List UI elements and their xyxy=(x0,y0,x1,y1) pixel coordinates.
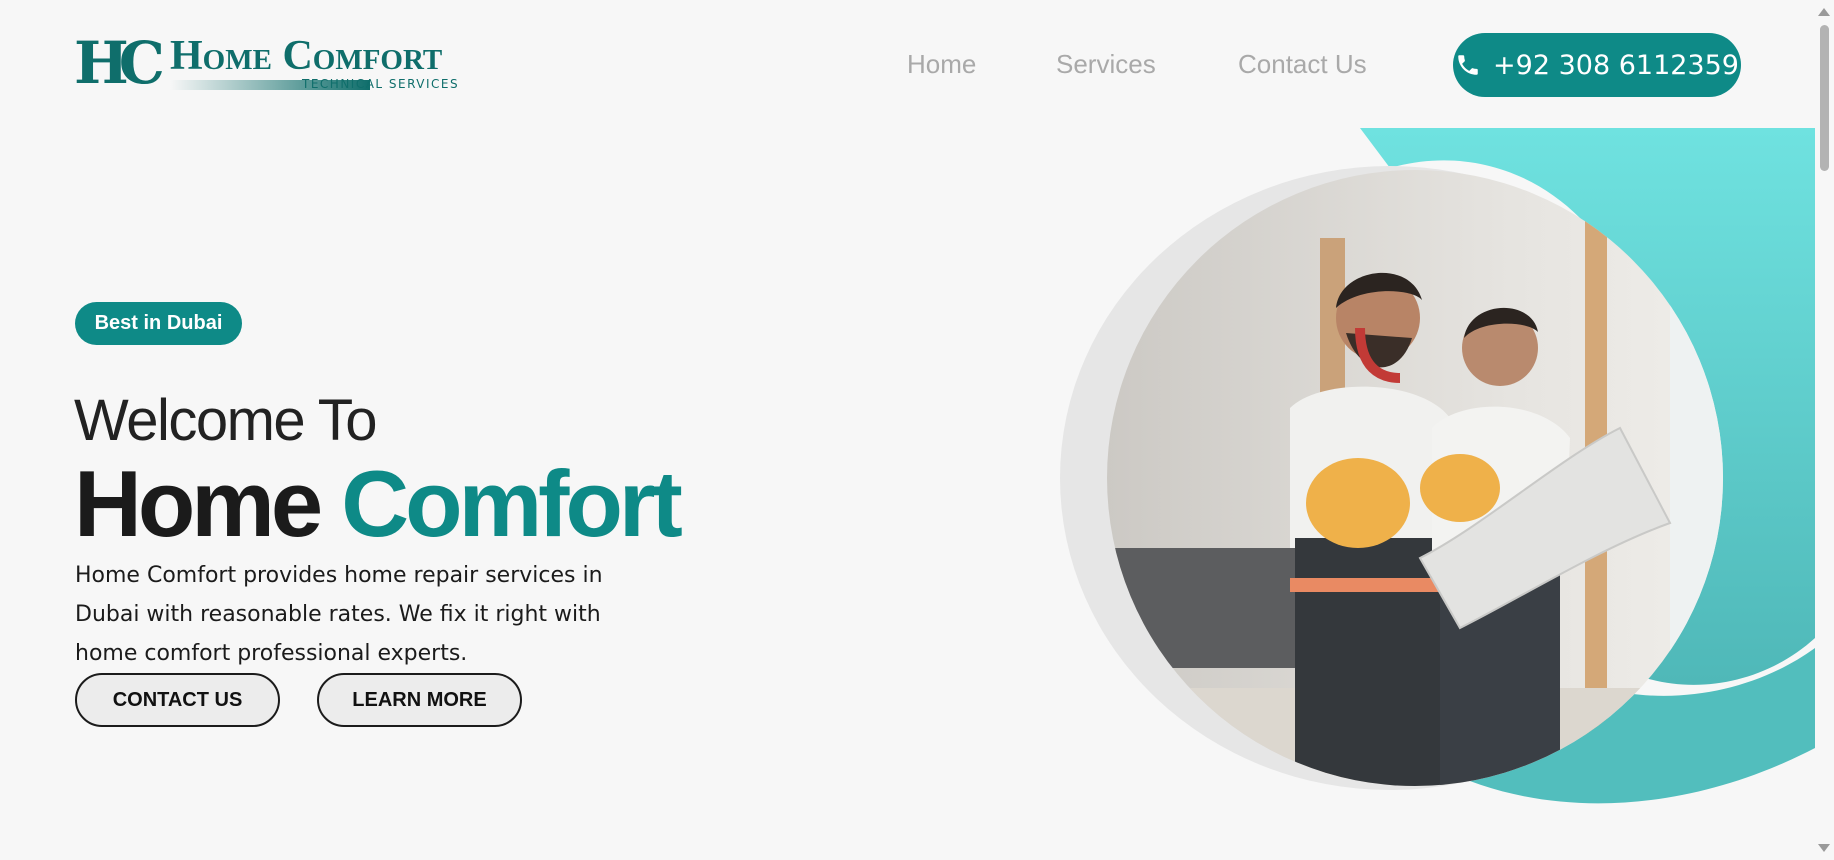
page-scrollbar[interactable] xyxy=(1815,0,1834,860)
logo-monogram: HC xyxy=(74,29,165,97)
hero-title: Home Comfort xyxy=(74,451,683,556)
logo-name: Home Comfort xyxy=(170,33,443,79)
scroll-up-arrow-icon[interactable] xyxy=(1818,8,1830,16)
hero-illustration xyxy=(1060,128,1815,804)
phone-number: +92 308 6112359 xyxy=(1493,49,1739,81)
hero-badge: Best in Dubai xyxy=(75,302,242,345)
site-header: HC Home Comfort TECHNICAL SERVICES Home … xyxy=(0,0,1815,130)
nav-contact-us[interactable]: Contact Us xyxy=(1238,49,1367,80)
logo-tagline: TECHNICAL SERVICES xyxy=(302,77,460,91)
hero-title-home: Home xyxy=(74,451,323,556)
nav-home[interactable]: Home xyxy=(907,49,976,80)
learn-more-button[interactable]: LEARN MORE xyxy=(317,673,522,727)
nav-services[interactable]: Services xyxy=(1056,49,1156,80)
brand-logo[interactable]: HC Home Comfort TECHNICAL SERVICES xyxy=(74,34,480,92)
contact-us-button[interactable]: CONTACT US xyxy=(75,673,280,727)
scroll-down-arrow-icon[interactable] xyxy=(1818,844,1830,852)
hero-description: Home Comfort provides home repair servic… xyxy=(75,563,603,666)
hero-welcome: Welcome To xyxy=(74,388,378,453)
hero-title-comfort: Comfort xyxy=(341,451,682,556)
phone-icon xyxy=(1458,55,1478,75)
scrollbar-thumb[interactable] xyxy=(1820,25,1829,171)
phone-button[interactable]: +92 308 6112359 xyxy=(1453,33,1741,97)
